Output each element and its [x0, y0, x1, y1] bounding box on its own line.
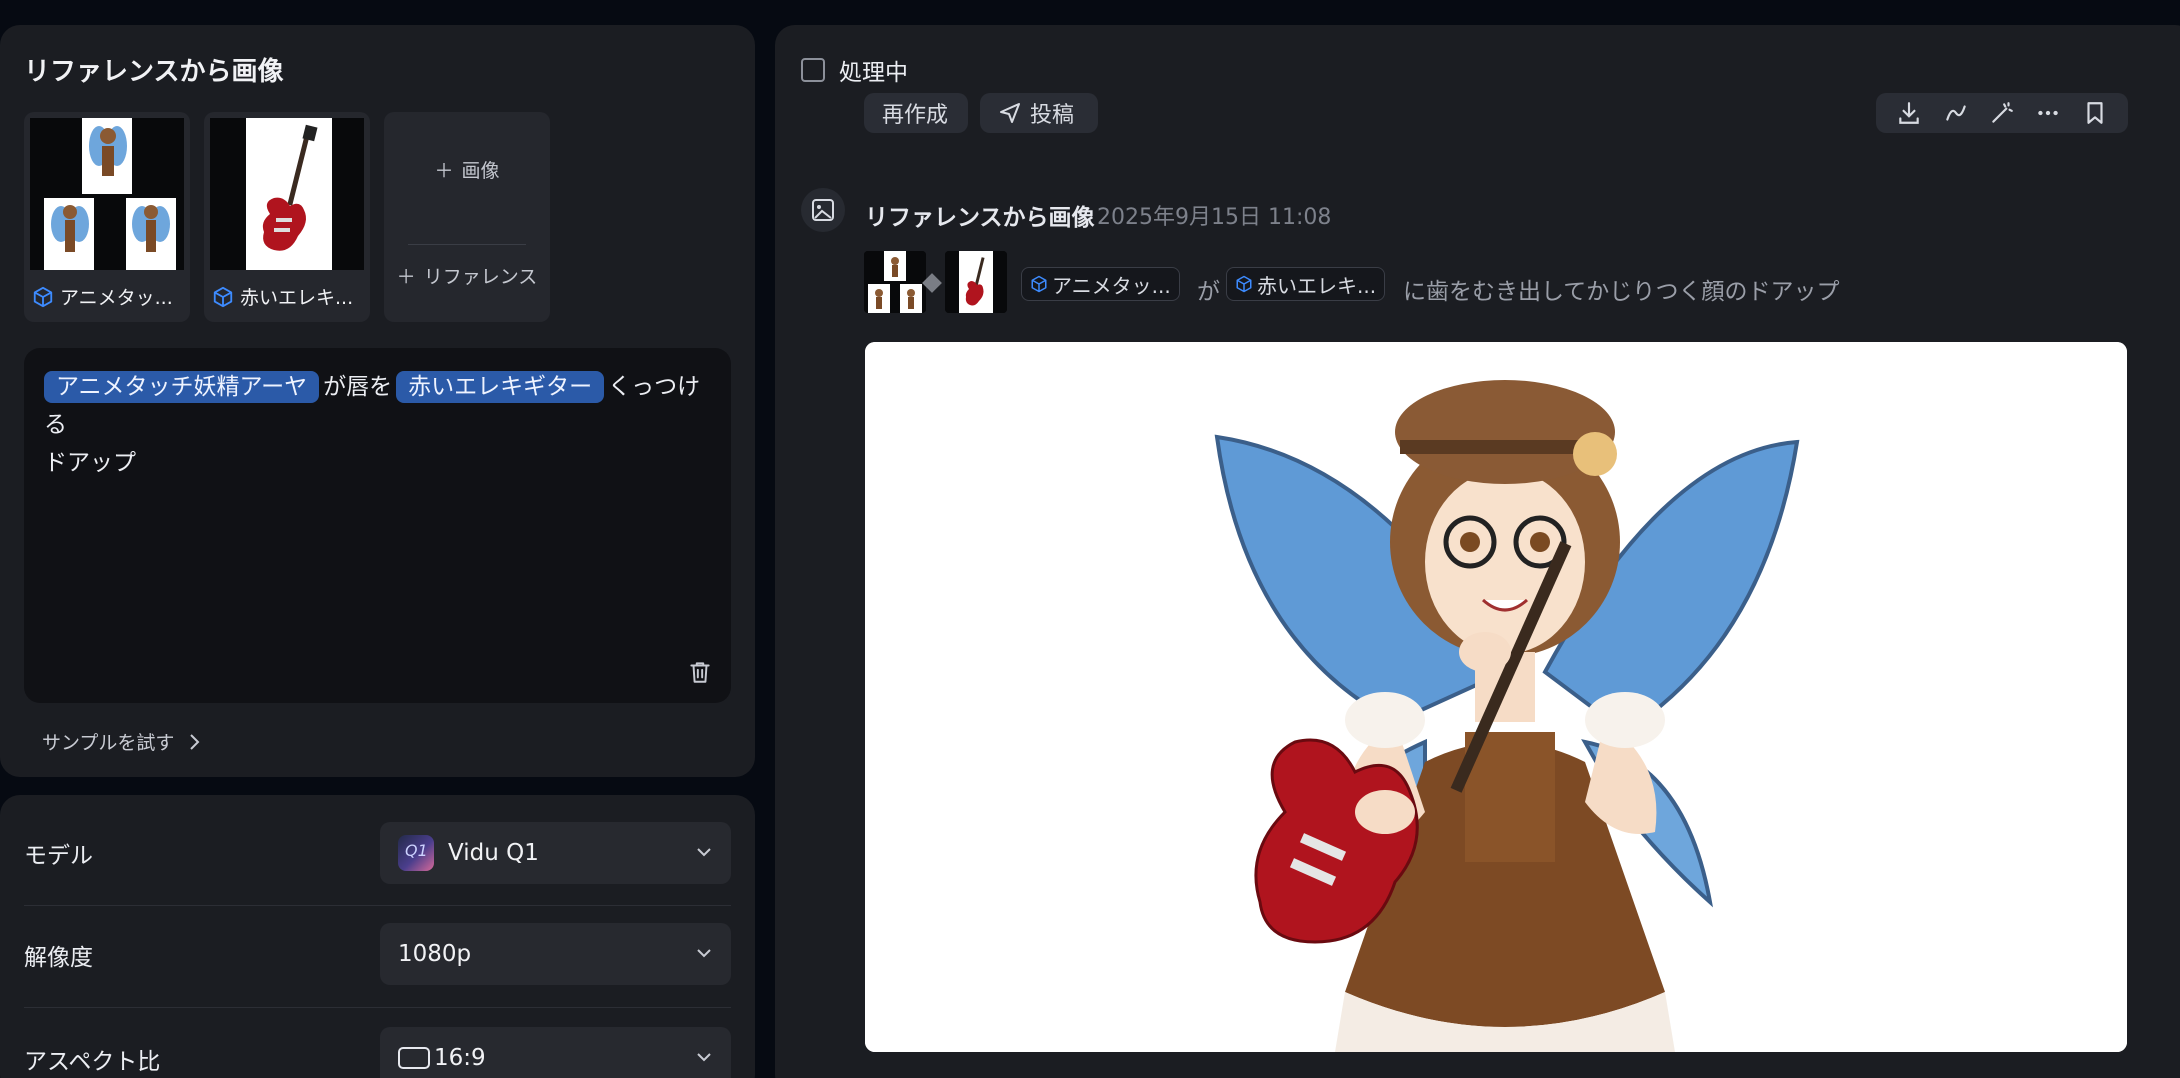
bookmark-icon[interactable] — [2082, 100, 2108, 126]
chevron-right-icon — [190, 733, 200, 750]
prompt-chip-guitar[interactable]: 赤いエレキギター — [396, 371, 605, 403]
panel-title: リファレンスから画像 — [24, 57, 284, 87]
send-icon — [1000, 103, 1020, 123]
chevron-down-icon — [697, 848, 711, 857]
add-reference-card: ＋ 画像 ＋ リファレンス — [384, 112, 550, 322]
model-setting: モデル Q1 Vidu Q1 — [0, 795, 755, 895]
model-label: モデル — [24, 843, 93, 869]
resolution-label: 解像度 — [24, 945, 93, 971]
prompt-input[interactable]: アニメタッチ妖精アーヤ が唇を 赤いエレキギター くっつける ドアップ — [24, 348, 731, 703]
resolution-setting: 解像度 1080p — [0, 905, 755, 1005]
cube-icon — [1031, 275, 1047, 293]
guitar-mini-thumbnail[interactable] — [945, 251, 1007, 313]
fairy-reference-thumbnail — [30, 118, 184, 270]
prompt-chip-fairy[interactable]: アニメタッチ妖精アーヤ — [44, 371, 320, 403]
more-icon[interactable] — [2035, 100, 2061, 126]
reference-card-guitar[interactable]: 赤いエレキ... — [204, 112, 370, 322]
chevron-down-icon — [697, 1053, 711, 1062]
magic-wand-icon[interactable] — [1989, 100, 2015, 126]
generated-image[interactable] — [865, 342, 2127, 1052]
model-select[interactable]: Q1 Vidu Q1 — [380, 822, 731, 884]
guitar-reference-thumbnail — [210, 118, 364, 270]
reference-label: アニメタッ... — [32, 283, 173, 310]
vidu-logo-icon: Q1 — [398, 835, 434, 871]
resolution-select[interactable]: 1080p — [380, 923, 731, 985]
add-image-button[interactable]: ＋ 画像 — [384, 156, 550, 183]
settings-panel: モデル Q1 Vidu Q1 解像度 1080p アスペクト比 16:9 — [0, 795, 755, 1078]
image-toolbar — [1876, 93, 2128, 133]
entry-title: リファレンスから画像 — [865, 205, 1095, 231]
cube-icon — [33, 286, 53, 307]
plus-icon: ＋ — [434, 160, 454, 182]
post-button[interactable]: 投稿 — [980, 93, 1098, 133]
result-panel: 処理中 再作成 投稿 リファレンスから画像 2025年9月15日 11:08 ア… — [775, 25, 2180, 1078]
reference-card-fairy[interactable]: アニメタッ... — [24, 112, 190, 322]
reference-panel: リファレンスから画像 アニメタッ... 赤いエレキ... ＋ 画像 ＋ リファレ… — [0, 25, 755, 777]
processing-filter[interactable]: 処理中 — [801, 53, 908, 87]
aspect-ratio-select[interactable]: 16:9 — [380, 1027, 731, 1078]
fairy-mini-thumbnail[interactable] — [864, 251, 926, 313]
prompt-connector: が — [1197, 279, 1220, 305]
chevron-down-icon — [697, 949, 711, 958]
processing-checkbox[interactable] — [801, 58, 825, 82]
prompt-text: が唇を — [323, 374, 393, 400]
add-reference-button[interactable]: ＋ リファレンス — [384, 262, 550, 289]
prompt-summary-text: に歯をむき出してかじりつく顔のドアップ — [1403, 279, 1840, 305]
reference-label: 赤いエレキ... — [212, 283, 353, 310]
plus-icon: ＋ — [396, 266, 416, 288]
prompt-tag-fairy[interactable]: アニメタッ... — [1021, 267, 1180, 301]
cube-icon — [213, 286, 233, 307]
divider — [408, 244, 526, 245]
prompt-tag-guitar[interactable]: 赤いエレキ... — [1226, 267, 1386, 301]
reference-image-mode-icon — [801, 188, 845, 232]
aspect-ratio-label: アスペクト比 — [24, 1049, 161, 1075]
download-icon[interactable] — [1896, 100, 1922, 126]
try-sample-link[interactable]: サンプルを試す — [42, 728, 202, 755]
prompt-text: ドアップ — [44, 450, 136, 476]
cube-icon — [1236, 275, 1252, 293]
entry-timestamp: 2025年9月15日 11:08 — [1097, 205, 1332, 230]
aspect-ratio-setting: アスペクト比 16:9 — [0, 1007, 755, 1078]
edit-curve-icon[interactable] — [1943, 100, 1969, 126]
aspect-ratio-icon — [398, 1047, 430, 1069]
regenerate-button[interactable]: 再作成 — [864, 93, 968, 133]
trash-icon[interactable] — [687, 659, 713, 685]
